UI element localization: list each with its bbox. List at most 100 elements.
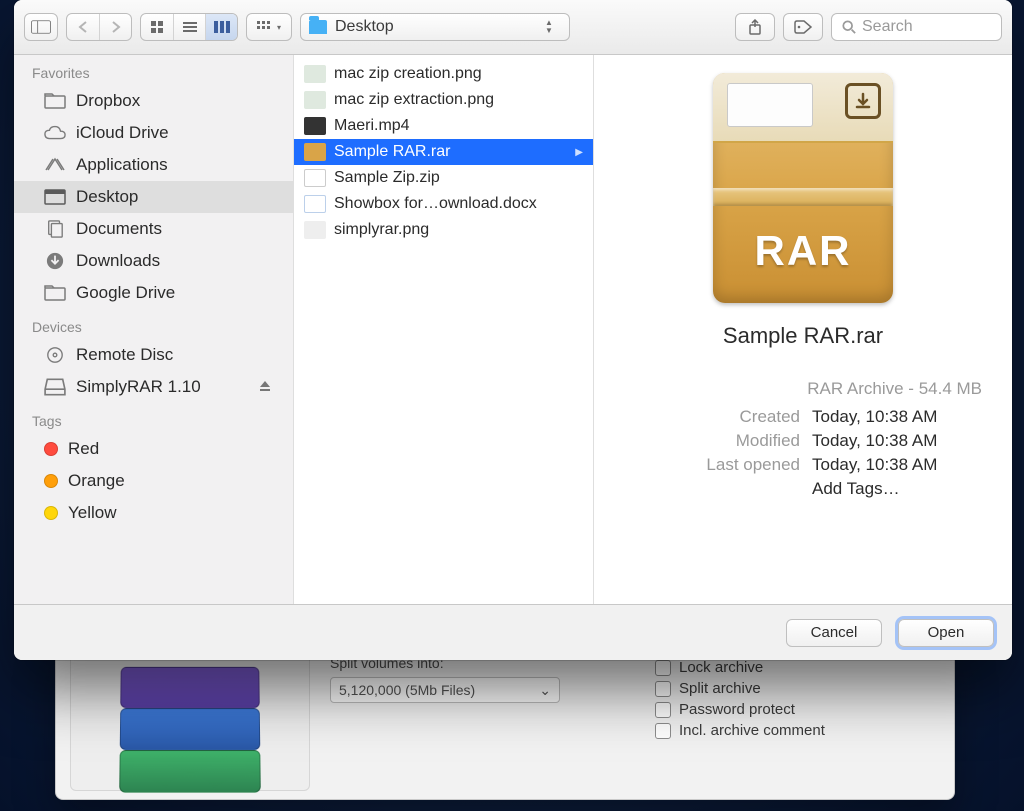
tag-dot-icon bbox=[44, 442, 58, 456]
sidebar-item-label: Google Drive bbox=[76, 283, 175, 303]
meta-key-modified: Modified bbox=[670, 431, 800, 451]
video-thumb-icon bbox=[304, 117, 326, 135]
sidebar-tag-red[interactable]: Red bbox=[14, 433, 293, 465]
meta-val-last-opened: Today, 10:38 AM bbox=[812, 455, 982, 475]
cancel-button[interactable]: Cancel bbox=[786, 619, 882, 647]
arrange-icon: ▾ bbox=[247, 14, 291, 40]
image-thumb-icon bbox=[304, 65, 326, 83]
sidebar-item-label: Dropbox bbox=[76, 91, 140, 111]
location-popup[interactable]: Desktop ▲▼ bbox=[300, 13, 570, 41]
share-icon bbox=[748, 19, 762, 35]
sidebar-toggle-icon bbox=[25, 14, 57, 40]
sidebar: Favorites Dropbox iCloud Drive Applicati… bbox=[14, 55, 294, 604]
sidebar-section-tags: Tags bbox=[14, 403, 293, 433]
meta-key-last-opened: Last opened bbox=[670, 455, 800, 475]
add-tags-link[interactable]: Add Tags… bbox=[812, 479, 982, 499]
sidebar-tag-yellow[interactable]: Yellow bbox=[14, 497, 293, 529]
file-row[interactable]: Sample RAR.rar▶ bbox=[294, 139, 593, 165]
preview-filename: Sample RAR.rar bbox=[723, 323, 883, 349]
sidebar-item-label: Remote Disc bbox=[76, 345, 173, 365]
downloads-icon bbox=[44, 252, 66, 270]
applications-icon bbox=[44, 156, 66, 174]
open-file-dialog: ▾ Desktop ▲▼ Search bbox=[14, 0, 1012, 660]
archive-file-icon: RAR bbox=[713, 73, 893, 303]
lock-archive-checkbox[interactable]: Lock archive bbox=[655, 659, 940, 676]
tags-button[interactable] bbox=[783, 13, 823, 41]
search-field[interactable]: Search bbox=[831, 13, 1002, 41]
sidebar-tag-orange[interactable]: Orange bbox=[14, 465, 293, 497]
sidebar-item-label: Applications bbox=[76, 155, 168, 175]
nav-back-button[interactable] bbox=[67, 14, 99, 40]
chevron-down-icon: ⌄ bbox=[539, 682, 551, 699]
folder-icon bbox=[44, 92, 66, 110]
split-volumes-select[interactable]: 5,120,000 (5Mb Files) ⌄ bbox=[330, 677, 560, 703]
sidebar-item-label: Orange bbox=[68, 471, 125, 491]
search-icon bbox=[842, 20, 856, 34]
location-label: Desktop bbox=[335, 18, 394, 36]
file-list-column: mac zip creation.png mac zip extraction.… bbox=[294, 55, 594, 604]
meta-val-created: Today, 10:38 AM bbox=[812, 407, 982, 427]
meta-key-created: Created bbox=[670, 407, 800, 427]
arrange-button[interactable]: ▾ bbox=[246, 13, 292, 41]
meta-val-modified: Today, 10:38 AM bbox=[812, 431, 982, 451]
sidebar-toggle-button[interactable] bbox=[24, 13, 58, 41]
folder-icon bbox=[309, 20, 327, 34]
file-row[interactable]: mac zip creation.png bbox=[294, 61, 593, 87]
cloud-icon bbox=[44, 124, 66, 142]
sidebar-item-icloud[interactable]: iCloud Drive bbox=[14, 117, 293, 149]
background-app-panel: Split volumes into: 5,120,000 (5Mb Files… bbox=[55, 640, 955, 800]
tag-icon bbox=[794, 20, 812, 34]
dialog-bottom-bar: Cancel Open bbox=[14, 605, 1012, 660]
open-button[interactable]: Open bbox=[898, 619, 994, 647]
sidebar-item-google-drive[interactable]: Google Drive bbox=[14, 277, 293, 309]
sidebar-item-label: iCloud Drive bbox=[76, 123, 169, 143]
sidebar-item-remote-disc[interactable]: Remote Disc bbox=[14, 339, 293, 371]
preview-type-line: RAR Archive - 54.4 MB bbox=[624, 379, 982, 399]
folder-icon bbox=[44, 284, 66, 302]
sidebar-item-dropbox[interactable]: Dropbox bbox=[14, 85, 293, 117]
share-button[interactable] bbox=[735, 13, 775, 41]
sidebar-item-label: Yellow bbox=[68, 503, 117, 523]
view-mode-buttons bbox=[140, 13, 238, 41]
search-placeholder: Search bbox=[862, 18, 913, 36]
drive-icon bbox=[44, 378, 66, 396]
sidebar-item-label: Downloads bbox=[76, 251, 160, 271]
desktop-background: Split volumes into: 5,120,000 (5Mb Files… bbox=[0, 0, 1024, 811]
split-volumes-value: 5,120,000 (5Mb Files) bbox=[339, 682, 475, 698]
sidebar-item-applications[interactable]: Applications bbox=[14, 149, 293, 181]
view-columns-button[interactable] bbox=[205, 14, 237, 40]
dialog-toolbar: ▾ Desktop ▲▼ Search bbox=[14, 0, 1012, 55]
file-row[interactable]: Maeri.mp4 bbox=[294, 113, 593, 139]
disc-icon bbox=[44, 346, 66, 364]
view-icon-button[interactable] bbox=[141, 14, 173, 40]
sidebar-section-favorites: Favorites bbox=[14, 55, 293, 85]
file-row[interactable]: mac zip extraction.png bbox=[294, 87, 593, 113]
nav-buttons bbox=[66, 13, 132, 41]
password-protect-checkbox[interactable]: Password protect bbox=[655, 701, 940, 718]
archive-thumb-icon bbox=[304, 169, 326, 187]
split-archive-checkbox[interactable]: Split archive bbox=[655, 680, 940, 697]
download-arrow-icon bbox=[845, 83, 881, 119]
doc-thumb-icon bbox=[304, 195, 326, 213]
eject-icon[interactable] bbox=[259, 377, 271, 397]
sidebar-item-simplyrar[interactable]: SimplyRAR 1.10 bbox=[14, 371, 293, 403]
image-thumb-icon bbox=[304, 221, 326, 239]
stepper-icon: ▲▼ bbox=[545, 17, 561, 37]
chevron-right-icon: ▶ bbox=[575, 147, 583, 158]
winrar-books-icon bbox=[70, 651, 310, 791]
sidebar-item-documents[interactable]: Documents bbox=[14, 213, 293, 245]
sidebar-item-downloads[interactable]: Downloads bbox=[14, 245, 293, 277]
file-row[interactable]: simplyrar.png bbox=[294, 217, 593, 243]
preview-pane: RAR Sample RAR.rar RAR Archive - 54.4 MB… bbox=[594, 55, 1012, 604]
nav-forward-button[interactable] bbox=[99, 14, 131, 40]
archive-thumb-icon bbox=[304, 143, 326, 161]
sidebar-item-label: Desktop bbox=[76, 187, 138, 207]
documents-icon bbox=[44, 220, 66, 238]
file-row[interactable]: Sample Zip.zip bbox=[294, 165, 593, 191]
sidebar-item-desktop[interactable]: Desktop bbox=[14, 181, 293, 213]
view-list-button[interactable] bbox=[173, 14, 205, 40]
sidebar-section-devices: Devices bbox=[14, 309, 293, 339]
sidebar-item-label: Documents bbox=[76, 219, 162, 239]
file-row[interactable]: Showbox for…ownload.docx bbox=[294, 191, 593, 217]
archive-comment-checkbox[interactable]: Incl. archive comment bbox=[655, 722, 940, 739]
